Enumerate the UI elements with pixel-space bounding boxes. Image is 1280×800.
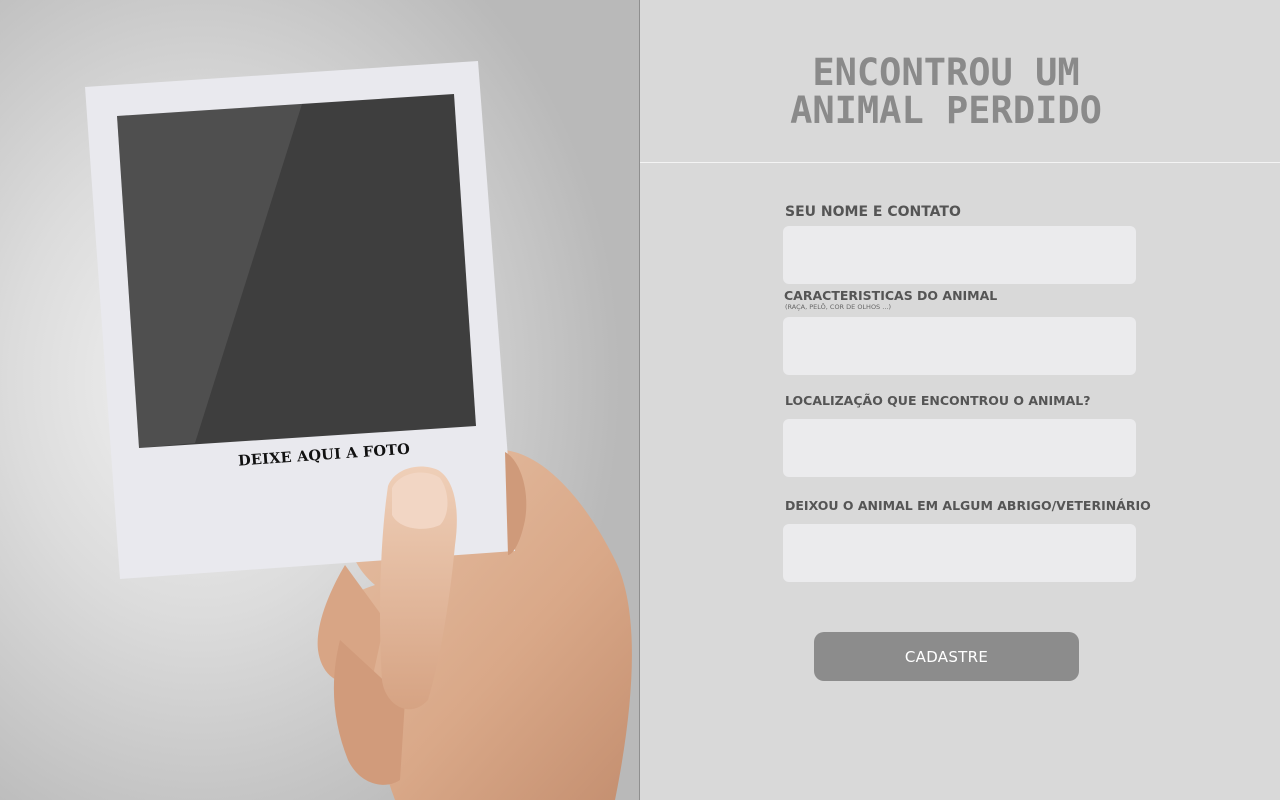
title-line-2: ANIMAL PERDIDO — [790, 89, 1102, 132]
submit-button[interactable]: CADASTRE — [814, 632, 1079, 681]
shelter-vet-input[interactable] — [783, 524, 1136, 582]
animal-characteristics-hint: (RAÇA, PELÔ, COR DE OLHOS ...) — [785, 303, 891, 311]
name-contact-label: SEU NOME E CONTATO — [785, 204, 961, 220]
page: DEIXE AQUI A FOTO ENCONTROU UM ANIMAL PE… — [0, 0, 1280, 800]
thumbnail — [392, 472, 448, 529]
animal-characteristics-input[interactable] — [783, 317, 1136, 375]
shelter-vet-label: DEIXOU O ANIMAL EM ALGUM ABRIGO/VETERINÁ… — [785, 498, 1151, 513]
photo-panel: DEIXE AQUI A FOTO — [0, 0, 639, 800]
location-input[interactable] — [783, 419, 1136, 477]
page-title: ENCONTROU UM ANIMAL PERDIDO — [640, 54, 1252, 130]
title-line-1: ENCONTROU UM — [812, 51, 1080, 94]
location-label: LOCALIZAÇÃO QUE ENCONTROU O ANIMAL? — [785, 393, 1091, 408]
header-divider — [640, 162, 1280, 163]
photo-upload-card[interactable] — [0, 0, 639, 800]
name-contact-input[interactable] — [783, 226, 1136, 284]
animal-characteristics-label: CARACTERISTICAS DO ANIMAL — [784, 288, 998, 303]
form-panel: ENCONTROU UM ANIMAL PERDIDO SEU NOME E C… — [640, 0, 1280, 800]
